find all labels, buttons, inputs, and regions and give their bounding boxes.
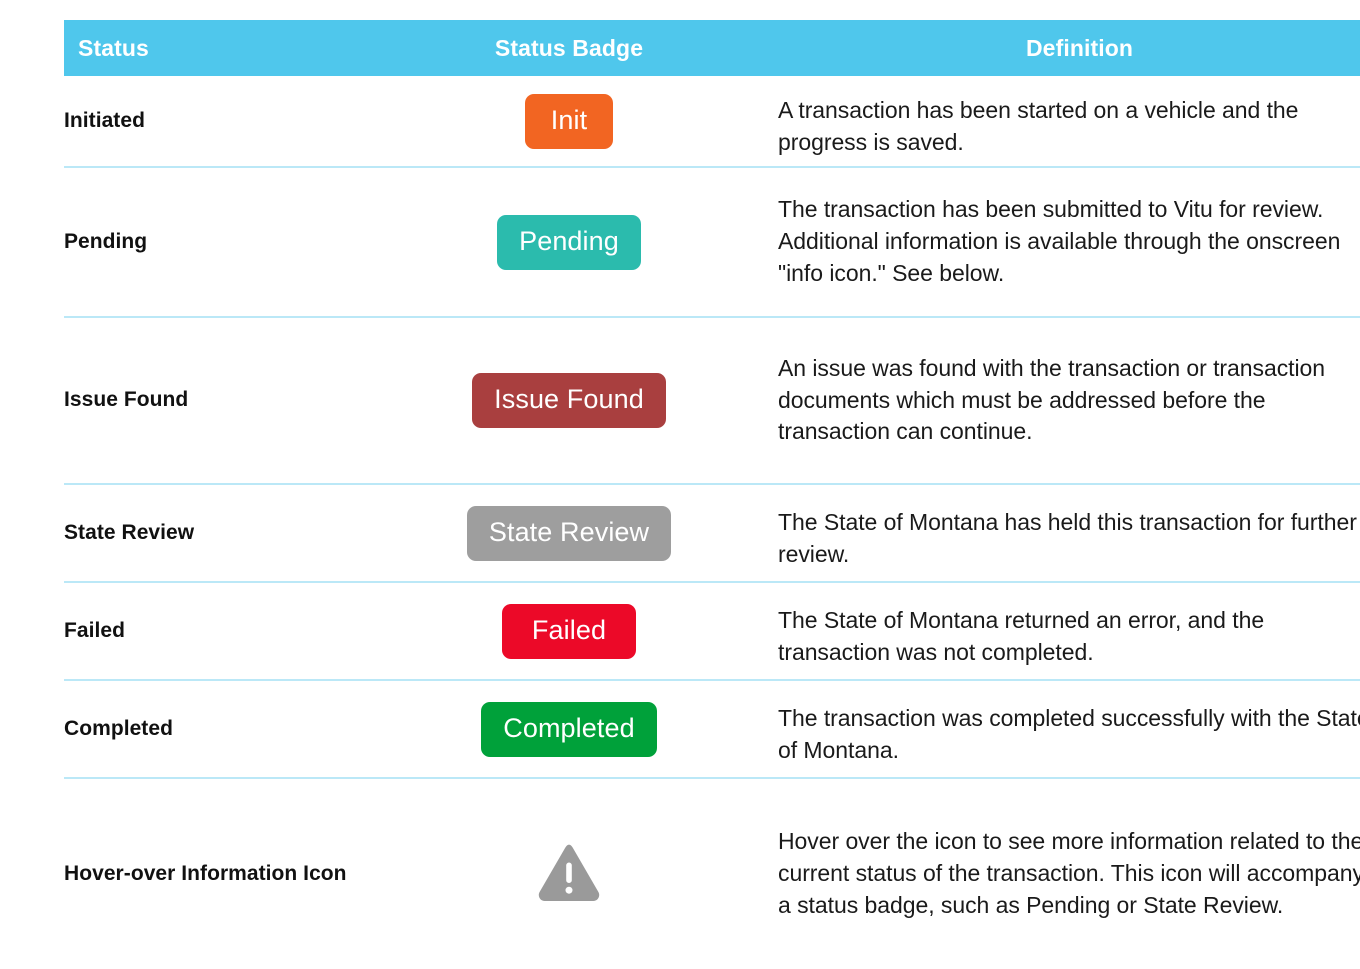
- table-row: State Review State Review The State of M…: [64, 484, 1360, 582]
- table-header-row: Status Status Badge Definition: [64, 20, 1360, 76]
- status-badge-state-review: State Review: [466, 505, 672, 561]
- status-badge-failed: Failed: [501, 603, 637, 659]
- table-row: Initiated Init A transaction has been st…: [64, 76, 1360, 167]
- status-badge-cell: Completed: [360, 680, 778, 778]
- status-badge-completed: Completed: [481, 701, 657, 757]
- status-name: Completed: [64, 680, 360, 778]
- status-badge-cell: State Review: [360, 484, 778, 582]
- status-definitions-table: Status Status Badge Definition Initiated…: [64, 20, 1360, 969]
- status-definition: Hover over the icon to see more informat…: [778, 778, 1360, 969]
- status-definition: The State of Montana has held this trans…: [778, 484, 1360, 582]
- status-badge-init: Init: [524, 93, 614, 149]
- status-name: Failed: [64, 582, 360, 680]
- status-definition: The State of Montana returned an error, …: [778, 582, 1360, 680]
- status-name: State Review: [64, 484, 360, 582]
- status-badge-cell: [360, 778, 778, 969]
- status-badge-issue-found: Issue Found: [472, 373, 666, 428]
- table-body: Initiated Init A transaction has been st…: [64, 76, 1360, 969]
- column-header-status-badge: Status Badge: [494, 34, 644, 61]
- status-definition: The transaction was completed successful…: [778, 680, 1360, 778]
- column-header-definition: Definition: [1025, 34, 1134, 61]
- column-header-status: Status: [78, 34, 149, 61]
- table-row: Issue Found Issue Found An issue was fou…: [64, 317, 1360, 484]
- table-row: Completed Completed The transaction was …: [64, 680, 1360, 778]
- status-badge-cell: Pending: [360, 167, 778, 317]
- status-definition: An issue was found with the transaction …: [778, 317, 1360, 484]
- status-badge-cell: Issue Found: [360, 317, 778, 484]
- status-definition: A transaction has been started on a vehi…: [778, 76, 1360, 167]
- status-badge-pending: Pending: [497, 214, 641, 270]
- status-name: Pending: [64, 167, 360, 317]
- table-row: Hover-over Information Icon Hover over t…: [64, 778, 1360, 969]
- status-badge-cell: Init: [360, 76, 778, 167]
- table-row: Pending Pending The transaction has been…: [64, 167, 1360, 317]
- table-row: Failed Failed The State of Montana retur…: [64, 582, 1360, 680]
- status-definition: The transaction has been submitted to Vi…: [778, 167, 1360, 317]
- status-badge-cell: Failed: [360, 582, 778, 680]
- warning-triangle-icon[interactable]: [537, 843, 601, 905]
- status-name: Issue Found: [64, 317, 360, 484]
- status-legend-page: Status Status Badge Definition Initiated…: [0, 0, 1360, 969]
- status-name: Initiated: [64, 76, 360, 167]
- status-name: Hover-over Information Icon: [64, 778, 360, 969]
- table-header: Status Status Badge Definition: [64, 20, 1360, 76]
